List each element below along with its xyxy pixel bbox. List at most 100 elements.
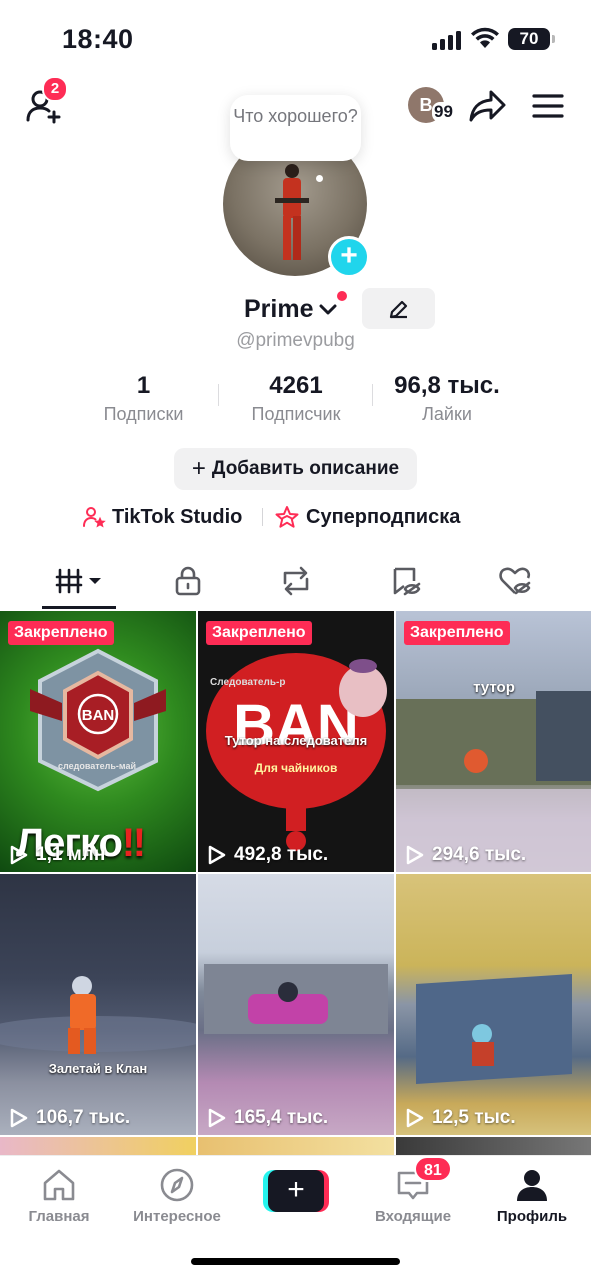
- inbox-badge: 81: [414, 1156, 452, 1182]
- profile-name-row[interactable]: Prime: [244, 292, 337, 326]
- play-icon: [10, 1108, 28, 1128]
- status-bubble-text: Что хорошего?: [233, 106, 358, 126]
- chevron-down-icon: [319, 304, 337, 315]
- video-tile[interactable]: Закреплено тутор 294,6 тыс.: [396, 611, 591, 872]
- pencil-icon: [389, 300, 407, 318]
- pinned-label: Закреплено: [8, 621, 114, 645]
- nav-discover[interactable]: Интересное: [118, 1166, 236, 1225]
- menu-button[interactable]: [530, 88, 566, 124]
- svg-text:BAN: BAN: [82, 707, 115, 724]
- nav-inbox[interactable]: Входящие: [354, 1166, 472, 1225]
- svg-text:BAN: BAN: [233, 693, 359, 758]
- view-count: 12,5 тыс.: [406, 1107, 516, 1129]
- gameplay-thumbnail: [204, 964, 388, 1034]
- nav-discover-label: Интересное: [133, 1208, 221, 1225]
- videos-grid-icon: [55, 568, 101, 594]
- view-count: 106,7 тыс.: [10, 1107, 130, 1129]
- nav-profile-label: Профиль: [496, 1208, 568, 1225]
- add-friend-button[interactable]: 2: [22, 76, 68, 128]
- tile-badge-text: следователь-май: [58, 761, 136, 771]
- menu-icon: [532, 94, 564, 118]
- battery-icon: 70: [508, 28, 550, 50]
- view-count: 492,8 тыс.: [208, 844, 328, 866]
- creator-links: TikTok Studio Суперподписка: [0, 502, 591, 532]
- compass-icon: [160, 1168, 194, 1202]
- profile-name: Prime: [244, 294, 314, 323]
- tab-private[interactable]: [148, 556, 228, 606]
- video-tile[interactable]: 12,5 тыс.: [396, 874, 591, 1135]
- tab-favorites[interactable]: [366, 556, 446, 606]
- view-count: 165,4 тыс.: [208, 1107, 328, 1129]
- followers-label: Подписчик: [251, 404, 341, 424]
- gameplay-thumbnail: [416, 974, 572, 1084]
- view-count: 1,1 млн: [10, 844, 105, 866]
- person-star-icon: [83, 507, 106, 528]
- tab-videos[interactable]: [40, 556, 120, 606]
- play-icon: [10, 845, 28, 865]
- edit-profile-button[interactable]: [362, 288, 435, 329]
- bubble-tail: [316, 175, 323, 182]
- nav-inbox-label: Входящие: [374, 1208, 452, 1225]
- video-tile[interactable]: [198, 1137, 394, 1157]
- add-description-button[interactable]: + Добавить описание: [174, 448, 417, 490]
- video-tile[interactable]: 165,4 тыс.: [198, 874, 394, 1135]
- view-count: 294,6 тыс.: [406, 844, 526, 866]
- heart-hidden-icon: [499, 567, 531, 595]
- share-icon: [469, 90, 506, 122]
- profile-tabs: [0, 556, 591, 610]
- status-bar: 18:40 70: [0, 0, 591, 80]
- pinned-label: Закреплено: [206, 621, 312, 645]
- home-indicator: [191, 1258, 400, 1265]
- add-story-button[interactable]: +: [328, 236, 370, 278]
- repost-icon: [283, 566, 309, 596]
- bookmark-hidden-icon: [393, 567, 421, 596]
- stat-divider: [218, 384, 219, 406]
- likes-stat[interactable]: 96,8 тыс. Лайки: [380, 371, 514, 427]
- gameplay-thumbnail: [396, 691, 591, 872]
- video-tile[interactable]: Залетай в Клан 106,7 тыс.: [0, 874, 196, 1135]
- signal-icon: [432, 30, 462, 50]
- add-description-label: Добавить описание: [211, 458, 400, 479]
- tile-overlay-text: Тутор на следователя: [224, 733, 368, 748]
- nav-home-label: Главная: [28, 1208, 90, 1225]
- video-tile[interactable]: [396, 1137, 591, 1157]
- status-time: 18:40: [62, 24, 134, 54]
- tile-overlay-text: Залетай в Клан: [48, 1061, 148, 1076]
- avatar-figure: [275, 164, 309, 260]
- likes-count: 96,8 тыс.: [394, 372, 500, 399]
- supersubscription-link[interactable]: Суперподписка: [274, 502, 460, 532]
- super-star-icon: [275, 506, 299, 528]
- tile-overlay-subtext: Для чайников: [254, 761, 338, 775]
- profile-handle: @primevpubg: [236, 330, 355, 351]
- supersubscription-label: Суперподписка: [306, 505, 461, 528]
- followers-stat[interactable]: 4261 Подписчик: [232, 371, 360, 427]
- friend-requests-badge: 2: [42, 76, 68, 102]
- tab-liked[interactable]: [475, 556, 555, 606]
- nav-profile[interactable]: Профиль: [473, 1166, 591, 1225]
- home-icon: [43, 1169, 75, 1201]
- play-icon: [208, 1108, 226, 1128]
- following-stat[interactable]: 1 Подписки: [85, 371, 202, 427]
- lock-icon: [175, 566, 201, 596]
- profile-person-icon: [517, 1170, 547, 1201]
- share-button[interactable]: [468, 86, 508, 126]
- tab-reposts[interactable]: [256, 556, 336, 606]
- battery-tip: [552, 35, 555, 43]
- stat-divider: [372, 384, 373, 406]
- status-bubble[interactable]: Что хорошего?: [230, 95, 361, 161]
- tiktok-studio-label: TikTok Studio: [112, 505, 243, 528]
- create-button[interactable]: +: [263, 1170, 329, 1212]
- tile-overlay-text: тутор: [473, 679, 515, 696]
- following-count: 1: [136, 372, 151, 399]
- nav-home[interactable]: Главная: [0, 1166, 118, 1225]
- active-tab-indicator: [42, 606, 116, 609]
- tiktok-studio-link[interactable]: TikTok Studio: [82, 502, 242, 532]
- notification-dot: [337, 291, 347, 301]
- play-icon: [406, 845, 424, 865]
- followers-count: 4261: [269, 372, 323, 399]
- video-tile[interactable]: BAN следователь-май Закреплено Легко‼ 1,…: [0, 611, 196, 872]
- tile-badge-text: Следователь-р: [210, 677, 286, 688]
- wifi-icon: [471, 27, 499, 48]
- video-tile[interactable]: [0, 1137, 196, 1157]
- video-tile[interactable]: BAN Следователь-р Закреплено Тутор на сл…: [198, 611, 394, 872]
